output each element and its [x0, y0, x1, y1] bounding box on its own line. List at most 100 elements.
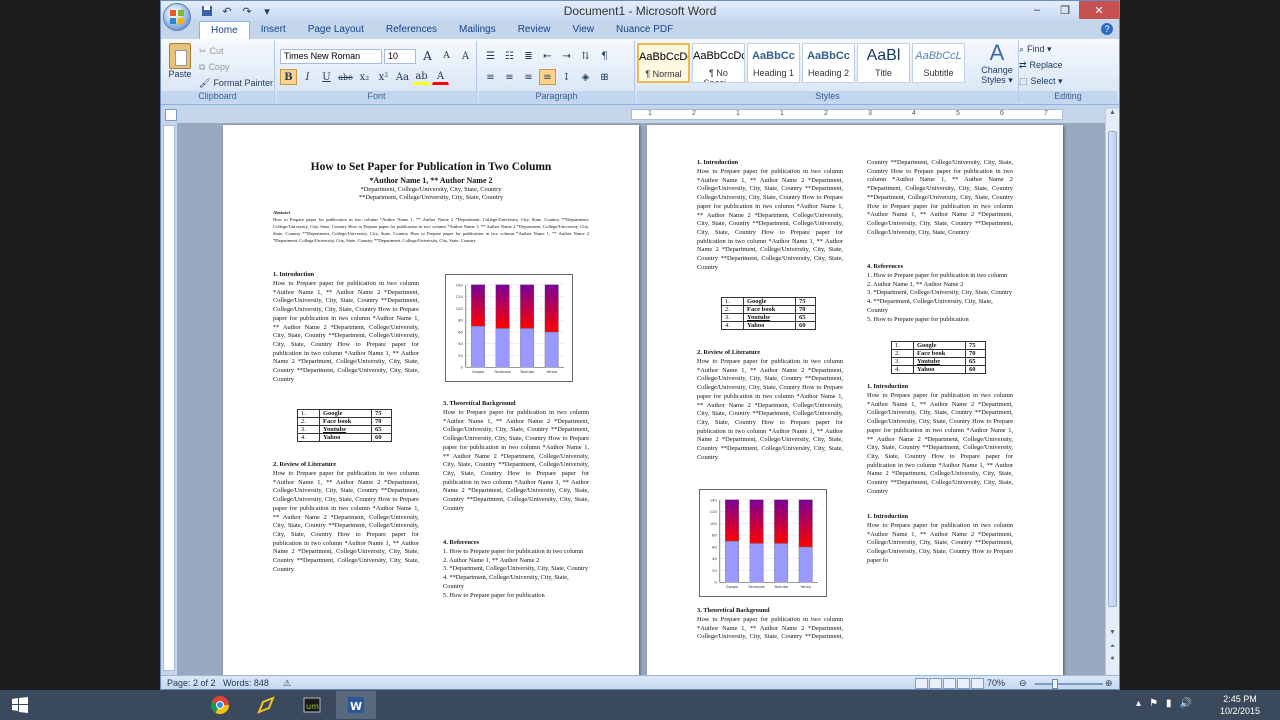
tab-insert[interactable]: Insert: [250, 21, 297, 39]
network-icon[interactable]: ▮: [1166, 698, 1172, 709]
multilevel-list-icon[interactable]: ≣: [520, 48, 537, 64]
outline-icon[interactable]: [957, 678, 970, 689]
tray-chevron-icon[interactable]: ▴: [1136, 698, 1141, 709]
style-normal[interactable]: AaBbCcDc ¶ Normal: [637, 43, 690, 83]
find-button[interactable]: ⌕ Find ▾: [1019, 41, 1063, 57]
scroll-up-icon[interactable]: ▲: [1106, 109, 1119, 121]
style-heading-2[interactable]: AaBbCc Heading 2: [802, 43, 855, 83]
page-count[interactable]: Page: 2 of 2: [167, 678, 216, 688]
start-button[interactable]: [0, 691, 40, 719]
font-color-button[interactable]: A: [432, 69, 449, 85]
sort-icon[interactable]: ⇅: [577, 48, 594, 64]
full-screen-reading-icon[interactable]: [929, 678, 942, 689]
clear-formatting-button[interactable]: A: [457, 48, 474, 64]
style-no-spaci[interactable]: AaBbCcDc ¶ No Spaci...: [692, 43, 745, 83]
document-workspace[interactable]: How to Set Paper for Publication in Two …: [177, 123, 1105, 675]
volume-icon[interactable]: 🔊: [1180, 698, 1192, 709]
review-text-2: How to Prepare paper for publication in …: [697, 358, 843, 461]
page-2[interactable]: 1. Introduction How to Prepare paper for…: [647, 125, 1063, 675]
font-name-box[interactable]: Times New Roman: [280, 49, 382, 64]
bar-segment-upper: [520, 284, 535, 329]
highlight-button[interactable]: ab: [413, 69, 430, 85]
borders-icon[interactable]: ⊞: [596, 69, 613, 85]
zoom-slider-thumb[interactable]: [1052, 679, 1058, 689]
bar-segment-lower: [798, 546, 813, 583]
zoom-out-icon[interactable]: ⊖: [1019, 678, 1027, 689]
intro-text-2: How to Prepare paper for publication in …: [697, 168, 843, 271]
justify-icon[interactable]: ≡: [539, 69, 556, 85]
shrink-font-button[interactable]: A: [438, 48, 455, 64]
flag-icon[interactable]: ⚑: [1149, 698, 1158, 709]
align-center-icon[interactable]: ≡: [501, 69, 518, 85]
bold-button[interactable]: B: [280, 69, 297, 85]
increase-indent-icon[interactable]: ⇥: [558, 48, 575, 64]
print-layout-icon[interactable]: [915, 678, 928, 689]
zoom-in-icon[interactable]: ⊕: [1105, 678, 1113, 689]
change-case-button[interactable]: Aa: [394, 69, 411, 85]
strikethrough-button[interactable]: abe: [337, 69, 354, 85]
italic-button[interactable]: I: [299, 69, 316, 85]
style-heading-1[interactable]: AaBbCc Heading 1: [747, 43, 800, 83]
status-bar: Page: 2 of 2 Words: 848 ⚠ 70% ⊖ ⊕: [161, 675, 1119, 689]
grow-font-button[interactable]: A: [419, 48, 436, 64]
shading-icon[interactable]: ◈: [577, 69, 594, 85]
table-cell: 2.: [297, 417, 320, 426]
scroll-thumb[interactable]: [1108, 131, 1117, 607]
web-layout-icon[interactable]: [943, 678, 956, 689]
numbering-icon[interactable]: ☷: [501, 48, 518, 64]
copy-button[interactable]: ⧉ Copy: [199, 59, 273, 75]
decrease-indent-icon[interactable]: ⇤: [539, 48, 556, 64]
vertical-ruler[interactable]: [163, 125, 175, 671]
chrome-icon[interactable]: [200, 691, 240, 719]
style-subtitle[interactable]: AaBbCcL Subtitle: [912, 43, 965, 83]
tab-page-layout[interactable]: Page Layout: [297, 21, 375, 39]
clock[interactable]: 2:45 PM 10/2/2015: [1220, 693, 1260, 717]
tab-home[interactable]: Home: [199, 21, 250, 39]
draft-icon[interactable]: [971, 678, 984, 689]
maximize-button[interactable]: ❐: [1051, 1, 1079, 19]
word-count[interactable]: Words: 848: [223, 678, 269, 688]
minimize-button[interactable]: ‒: [1023, 1, 1051, 19]
ruler-mark: 2: [824, 110, 828, 117]
replace-button[interactable]: ⇄ Replace: [1019, 57, 1063, 73]
camtasia-icon[interactable]: um: [292, 691, 332, 719]
word-taskbar-icon[interactable]: W: [336, 691, 376, 719]
tab-selector-icon[interactable]: [165, 109, 177, 121]
horizontal-ruler[interactable]: 1 2 1 1 2 3 4 5 6 7: [161, 107, 1119, 123]
cut-button[interactable]: ✂ Cut: [199, 43, 273, 59]
table-row: 1. Google 75: [721, 297, 816, 306]
x-tick-label: Google: [472, 370, 484, 374]
select-browse-icon[interactable]: ●: [1106, 655, 1119, 667]
line-spacing-icon[interactable]: ↕: [558, 69, 575, 85]
subscript-button[interactable]: x₂: [356, 69, 373, 85]
zoom-slider[interactable]: [1035, 683, 1103, 685]
previous-page-icon[interactable]: ⏶: [1106, 643, 1119, 655]
proofing-icon[interactable]: ⚠: [283, 678, 291, 689]
tab-mailings[interactable]: Mailings: [448, 21, 507, 39]
underline-button[interactable]: U: [318, 69, 335, 85]
superscript-button[interactable]: x²: [375, 69, 392, 85]
tab-view[interactable]: View: [562, 21, 606, 39]
align-right-icon[interactable]: ≡: [520, 69, 537, 85]
table-cell: 4.: [891, 365, 914, 374]
scroll-down-icon[interactable]: ▼: [1106, 629, 1119, 641]
close-button[interactable]: ✕: [1079, 1, 1119, 19]
format-painter-button[interactable]: 🖌 Format Painter: [199, 75, 273, 91]
zoom-level[interactable]: 70%: [987, 678, 1005, 688]
page-1[interactable]: How to Set Paper for Publication in Two …: [223, 125, 639, 675]
font-size-box[interactable]: 10: [384, 49, 416, 64]
tab-references[interactable]: References: [375, 21, 448, 39]
vertical-scrollbar[interactable]: ▲ ▼ ⏶ ●: [1105, 109, 1119, 675]
show-marks-button[interactable]: ¶: [596, 48, 613, 64]
style-title[interactable]: AaBl Title: [857, 43, 910, 83]
bullets-icon[interactable]: ☰: [482, 48, 499, 64]
office-button[interactable]: [163, 3, 191, 31]
align-left-icon[interactable]: ≡: [482, 69, 499, 85]
help-icon[interactable]: ?: [1101, 23, 1113, 35]
tab-nuance-pdf[interactable]: Nuance PDF: [605, 21, 684, 39]
paste-button[interactable]: Paste: [165, 43, 195, 79]
pen-tool-icon[interactable]: [246, 691, 286, 719]
select-button[interactable]: ⬚ Select ▾: [1019, 73, 1063, 89]
change-styles-button[interactable]: A Change Styles ▾: [977, 41, 1017, 86]
tab-review[interactable]: Review: [507, 21, 562, 39]
